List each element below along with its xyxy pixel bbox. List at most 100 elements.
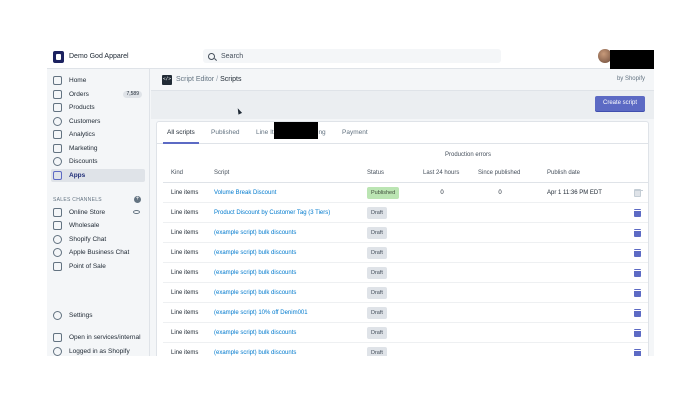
sidebar-item-analytics[interactable]: Analytics [51,128,145,141]
cell-kind: Line items [171,350,199,356]
table-row[interactable]: Line items (example script) bulk discoun… [163,263,648,283]
tab-payment[interactable]: Payment [342,122,368,144]
sidebar-item-label: Customers [69,118,101,125]
sidebar-item-label: Products [69,104,95,111]
info-icon [53,347,62,356]
store-name: Demo God Apparel [69,53,129,60]
sales-channels-label: SALES CHANNELS [53,196,102,203]
status-badge: Draft [367,287,387,299]
table-row[interactable]: Line items (example script) bulk discoun… [163,243,648,263]
cell-kind: Line items [171,310,199,316]
sidebar-item-label: Point of Sale [69,263,106,270]
sidebar-item-label: Analytics [69,131,96,138]
add-channel-icon[interactable]: + [134,196,141,203]
sidebar-item-home[interactable]: Home [51,74,145,87]
cell-kind: Line items [171,270,199,276]
sidebar-item-wholesale[interactable]: Wholesale [51,219,145,232]
cell-script-link[interactable]: Product Discount by Customer Tag (3 Tier… [214,203,330,223]
trash-icon [634,189,643,197]
apps-icon [53,171,62,180]
app-title-bar: </> Script Editor / Scripts by Shopify [151,69,654,91]
cell-kind: Line items [171,210,199,216]
tab-bar: All scripts Published Line It ing Paymen… [157,122,648,144]
sidebar-item-settings[interactable]: Settings [51,309,145,322]
sidebar-item-apps[interactable]: Apps [51,169,145,182]
trash-icon[interactable] [633,229,642,237]
orders-icon [53,90,62,99]
cell-script-link[interactable]: (example script) bulk discounts [214,323,296,343]
megaphone-icon [53,144,62,153]
sidebar-item-orders[interactable]: Orders 7,589 [51,88,145,101]
sidebar: Home Orders 7,589 Products Customers Ana… [47,69,150,356]
cell-kind: Line items [171,290,199,296]
script-editor-icon: </> [162,74,172,85]
sidebar-item-products[interactable]: Products [51,101,145,114]
breadcrumb-app[interactable]: Script Editor [176,76,214,83]
discount-icon [53,157,62,166]
breadcrumb-separator: / [216,76,219,83]
person-icon [53,117,62,126]
table-row[interactable]: Line items Volume Break Discount Publish… [163,183,648,203]
sidebar-item-label: Home [69,77,87,84]
chat-icon [53,235,62,244]
tab-line-items[interactable]: Line It [256,122,274,144]
table-row[interactable]: Line items (example script) bulk discoun… [163,283,648,303]
sidebar-item-customers[interactable]: Customers [51,115,145,128]
trash-icon[interactable] [633,309,642,317]
sidebar-item-point-of-sale[interactable]: Point of Sale [51,260,145,273]
scripts-card: All scripts Published Line It ing Paymen… [157,122,648,356]
cell-kind: Line items [171,250,199,256]
sidebar-item-marketing[interactable]: Marketing [51,142,145,155]
trash-icon[interactable] [633,249,642,257]
cell-last-24-hours: 0 [440,190,444,196]
home-icon [53,76,62,85]
store-switcher[interactable]: Demo God Apparel [53,50,129,63]
table-row[interactable]: Line items (example script) 10% off Deni… [163,303,648,323]
cell-script-link[interactable]: (example script) bulk discounts [214,223,296,243]
cell-script-link[interactable]: (example script) 10% off Denim001 [214,303,308,323]
pos-icon [53,262,62,271]
cell-script-link[interactable]: (example script) bulk discounts [214,343,296,356]
trash-icon[interactable] [633,209,642,217]
tab-published[interactable]: Published [211,122,240,144]
tab-all-scripts[interactable]: All scripts [163,122,199,144]
sidebar-item-logged-in: Logged in as Shopify [51,345,145,356]
trash-icon[interactable] [633,269,642,277]
sidebar-item-label: Wholesale [69,222,100,229]
sidebar-item-open-in-internal[interactable]: Open in services/internal [51,331,145,344]
cell-script-link[interactable]: (example script) bulk discounts [214,263,296,283]
table-row[interactable]: Line items (example script) bulk discoun… [163,323,648,343]
eye-icon[interactable] [133,210,140,214]
sidebar-item-apple-business-chat[interactable]: Apple Business Chat [51,246,145,259]
sidebar-item-label: Open in services/internal [69,334,141,341]
cell-script-link[interactable]: (example script) bulk discounts [214,283,296,303]
search-input[interactable]: Search [203,49,501,63]
sidebar-item-discounts[interactable]: Discounts [51,155,145,168]
trash-icon[interactable] [633,289,642,297]
cell-kind: Line items [171,330,199,336]
redaction-block [610,50,654,69]
sidebar-item-label: Logged in as Shopify [69,348,130,355]
trash-icon[interactable] [633,349,642,356]
sidebar-item-label: Orders [69,91,89,98]
status-badge: Draft [367,227,387,239]
tab-shipping[interactable]: ing [317,122,326,144]
column-header-last-24-hours: Last 24 hours [423,170,460,176]
create-script-button[interactable]: Create script [595,96,645,111]
sidebar-item-label: Settings [69,312,93,319]
orders-count-badge: 7,589 [123,91,142,98]
app-author[interactable]: by Shopify [617,76,645,82]
search-icon [208,52,215,60]
cell-script-link[interactable]: Volume Break Discount [214,183,276,203]
sidebar-item-shopify-chat[interactable]: Shopify Chat [51,233,145,246]
shopify-admin: Demo God Apparel Search Home Orders 7,58… [47,44,654,356]
trash-icon[interactable] [633,329,642,337]
search-placeholder: Search [221,52,244,60]
table-row[interactable]: Line items (example script) bulk discoun… [163,343,648,356]
sidebar-item-online-store[interactable]: Online Store [51,206,145,219]
cell-script-link[interactable]: (example script) bulk discounts [214,243,296,263]
status-badge: Draft [367,247,387,259]
table-row[interactable]: Line items Product Discount by Customer … [163,203,648,223]
sales-channels-header: SALES CHANNELS + [53,195,143,204]
table-row[interactable]: Line items (example script) bulk discoun… [163,223,648,243]
